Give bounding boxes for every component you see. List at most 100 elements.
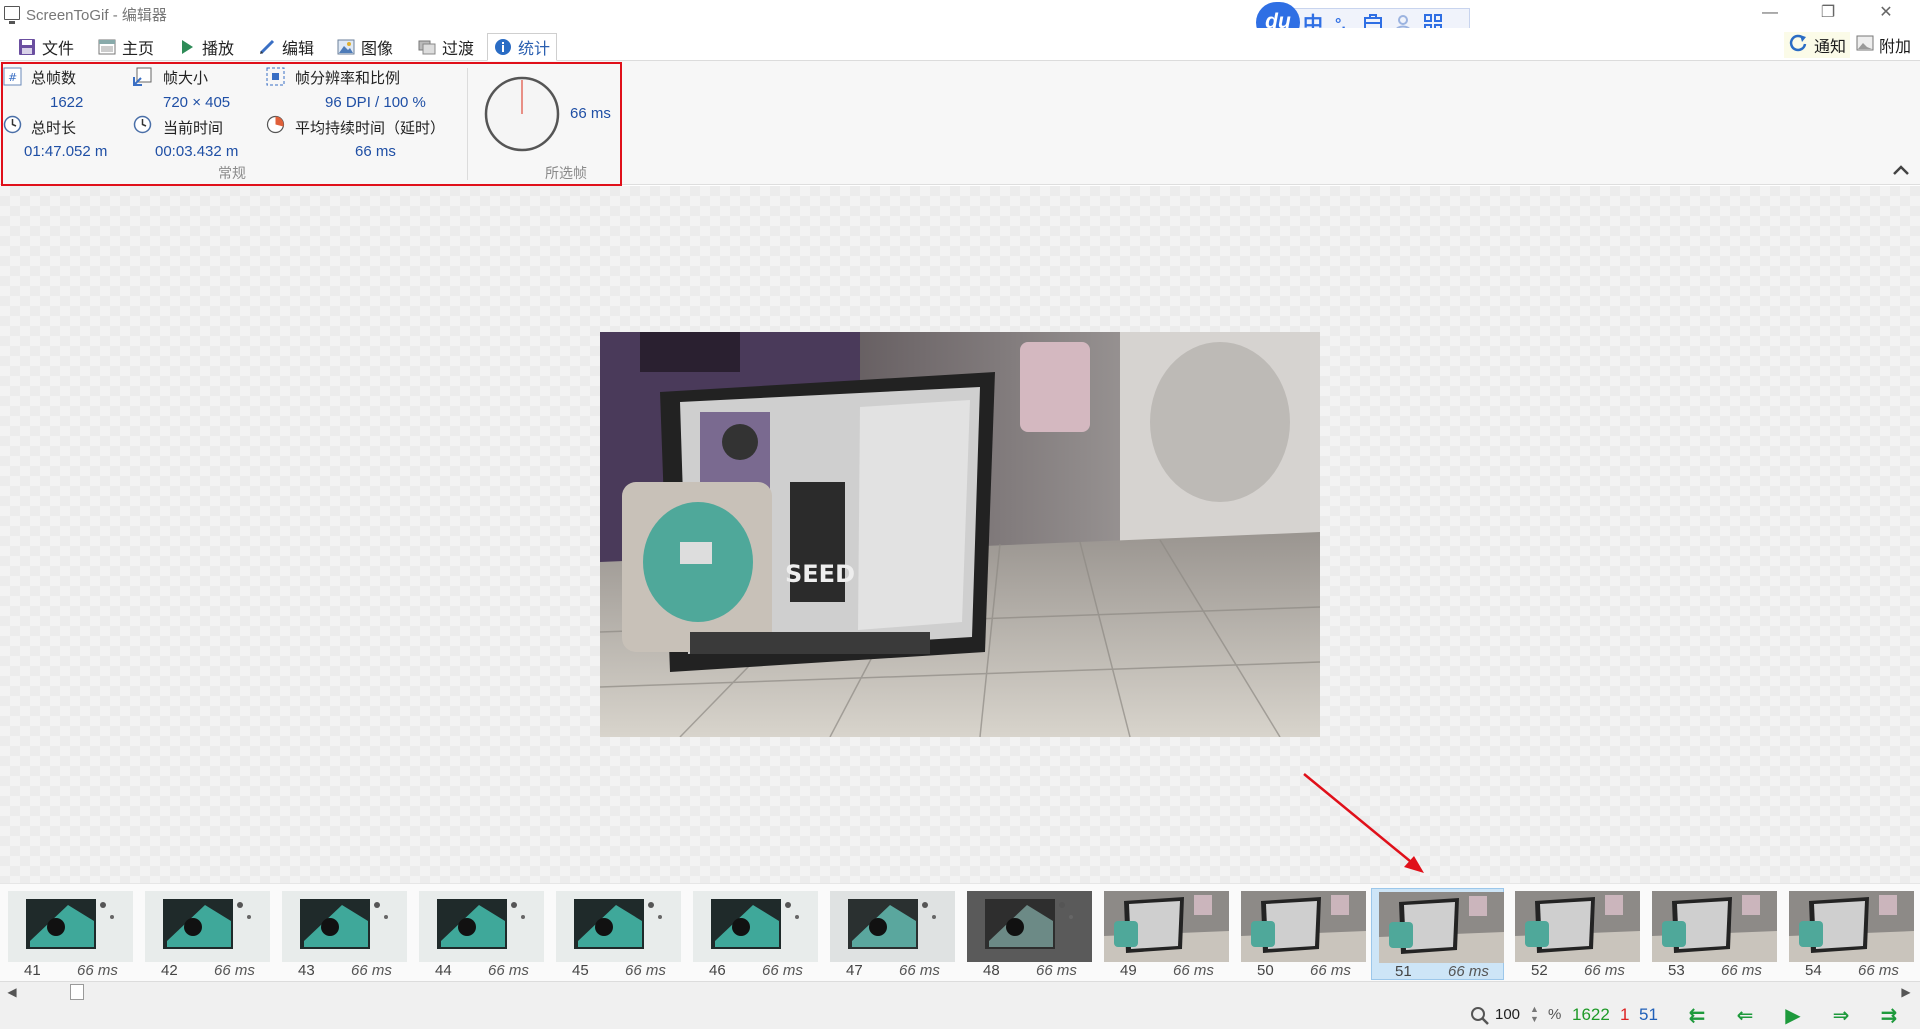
red-arrow-annotation bbox=[1303, 773, 1424, 873]
tab-home-label: 主页 bbox=[122, 41, 155, 58]
frame-duration: 66 ms bbox=[1448, 963, 1489, 980]
frame-thumbnail[interactable]: 51 66 ms bbox=[1371, 888, 1504, 980]
frame-thumbnail[interactable]: 43 66 ms bbox=[275, 888, 408, 980]
attach-label: 附加 bbox=[1879, 39, 1912, 56]
frame-thumbnail-image bbox=[1379, 892, 1504, 963]
app-monitor-icon bbox=[4, 6, 20, 24]
frame-thumbnail[interactable]: 50 66 ms bbox=[1234, 888, 1367, 980]
last-frame-icon[interactable]: ⇉ bbox=[1874, 1005, 1904, 1027]
play-frame-icon[interactable]: ▶ bbox=[1778, 1005, 1808, 1027]
pencil-icon bbox=[258, 38, 276, 56]
filmstrip-scrollbar[interactable]: ◀ ▶ bbox=[0, 981, 1920, 1001]
home-icon bbox=[98, 38, 116, 56]
frame-number: 50 bbox=[1257, 962, 1274, 979]
zoom-spinner[interactable]: ▲ ▼ bbox=[1530, 1004, 1539, 1024]
frame-number: 46 bbox=[709, 962, 726, 979]
frame-thumbnail[interactable]: 41 66 ms bbox=[1, 888, 134, 980]
frame-number: 48 bbox=[983, 962, 1000, 979]
zoom-percent-label: % bbox=[1548, 1006, 1562, 1023]
frame-thumbnail-image bbox=[1515, 891, 1640, 962]
frame-thumbnail-image bbox=[8, 891, 133, 962]
zoom-input[interactable]: 100 bbox=[1495, 1006, 1520, 1023]
next-frame-icon[interactable]: ⇒ bbox=[1826, 1005, 1856, 1027]
maximize-button[interactable]: ❐ bbox=[1804, 0, 1852, 28]
frame-duration: 66 ms bbox=[1584, 962, 1625, 979]
tab-transition-label: 过渡 bbox=[442, 41, 475, 58]
frame-number: 51 bbox=[1395, 963, 1412, 980]
frame-filmstrip[interactable]: 41 66 ms 42 66 ms 43 66 ms 44 66 ms 45 66 ms 46 66 … bbox=[0, 883, 1920, 981]
frame-thumbnail[interactable]: 44 66 ms bbox=[412, 888, 545, 980]
frame-number: 53 bbox=[1668, 962, 1685, 979]
frame-number: 41 bbox=[24, 962, 41, 979]
frame-thumbnail-image bbox=[1241, 891, 1366, 962]
frame-number: 54 bbox=[1805, 962, 1822, 979]
frame-thumbnail-image bbox=[967, 891, 1092, 962]
frame-number: 49 bbox=[1120, 962, 1137, 979]
frame-thumbnail[interactable]: 53 66 ms bbox=[1645, 888, 1778, 980]
refresh-icon bbox=[1788, 33, 1808, 58]
tab-file[interactable]: 文件 bbox=[12, 33, 80, 61]
frame-number: 45 bbox=[572, 962, 589, 979]
frame-duration: 66 ms bbox=[899, 962, 940, 979]
frame-duration: 66 ms bbox=[1858, 962, 1899, 979]
frame-duration: 66 ms bbox=[214, 962, 255, 979]
attach-button[interactable]: 附加 bbox=[1856, 32, 1911, 58]
frame-number: 42 bbox=[161, 962, 178, 979]
status-bar: 100 ▲ ▼ % 1622 1 51 ⇇ ⇐ ▶ ⇒ ⇉ bbox=[0, 1001, 1920, 1029]
first-frame-icon[interactable]: ⇇ bbox=[1682, 1005, 1712, 1027]
tab-play[interactable]: 播放 bbox=[172, 33, 240, 61]
info-icon bbox=[494, 38, 512, 56]
frame-thumbnail[interactable]: 46 66 ms bbox=[686, 888, 819, 980]
scroll-left-arrow[interactable]: ◀ bbox=[4, 984, 20, 1000]
frame-thumbnail[interactable]: 45 66 ms bbox=[549, 888, 682, 980]
frame-thumbnail[interactable]: 47 66 ms bbox=[823, 888, 956, 980]
window-title: ScreenToGif - 编辑器 bbox=[26, 7, 167, 24]
tab-edit-label: 编辑 bbox=[282, 41, 315, 58]
svg-text:SEED: SEED bbox=[785, 560, 855, 588]
frame-thumbnail-image bbox=[1104, 891, 1229, 962]
tab-image[interactable]: 图像 bbox=[331, 33, 399, 61]
save-icon bbox=[18, 38, 36, 56]
tab-transition[interactable]: 过渡 bbox=[412, 33, 480, 61]
tab-statistics-label: 统计 bbox=[518, 41, 551, 58]
zoom-magnifier-icon bbox=[1470, 1006, 1490, 1026]
transition-icon bbox=[418, 38, 436, 56]
frame-thumbnail-image bbox=[830, 891, 955, 962]
frame-thumbnail[interactable]: 42 66 ms bbox=[138, 888, 271, 980]
minimize-button[interactable]: — bbox=[1746, 0, 1794, 28]
frame-duration: 66 ms bbox=[1721, 962, 1762, 979]
frame-thumbnail-image bbox=[1789, 891, 1914, 962]
notification-button[interactable]: 通知 bbox=[1784, 32, 1851, 58]
frame-thumbnail-image bbox=[556, 891, 681, 962]
menu-tabs: 文件 主页 播放 编辑 图像 过渡 统计 bbox=[0, 28, 1920, 61]
frame-thumbnail-image bbox=[1652, 891, 1777, 962]
current-frame-image: SEED bbox=[600, 332, 1320, 737]
frame-duration: 66 ms bbox=[1310, 962, 1351, 979]
frame-thumbnail-image bbox=[419, 891, 544, 962]
frame-thumbnail-image bbox=[145, 891, 270, 962]
frame-duration: 66 ms bbox=[762, 962, 803, 979]
previous-frame-icon[interactable]: ⇐ bbox=[1730, 1005, 1760, 1027]
selected-frame-count: 1 bbox=[1620, 1005, 1630, 1024]
scroll-thumb[interactable] bbox=[70, 984, 84, 1000]
frame-number: 44 bbox=[435, 962, 452, 979]
frame-number: 52 bbox=[1531, 962, 1548, 979]
frame-thumbnail[interactable]: 48 66 ms bbox=[960, 888, 1093, 980]
tab-home[interactable]: 主页 bbox=[92, 33, 160, 61]
frame-thumbnail[interactable]: 54 66 ms bbox=[1782, 888, 1915, 980]
frame-thumbnail[interactable]: 52 66 ms bbox=[1508, 888, 1641, 980]
scroll-right-arrow[interactable]: ▶ bbox=[1898, 984, 1914, 1000]
collapse-ribbon-icon[interactable] bbox=[1890, 160, 1912, 180]
attach-image-icon bbox=[1856, 34, 1874, 57]
frame-number: 47 bbox=[846, 962, 863, 979]
tab-edit[interactable]: 编辑 bbox=[252, 33, 320, 61]
frame-thumbnail[interactable]: 49 66 ms bbox=[1097, 888, 1230, 980]
play-icon bbox=[178, 38, 196, 56]
frame-number: 43 bbox=[298, 962, 315, 979]
frame-thumbnail-image bbox=[693, 891, 818, 962]
current-frame-index: 51 bbox=[1639, 1005, 1658, 1024]
notification-label: 通知 bbox=[1814, 39, 1847, 56]
frame-duration: 66 ms bbox=[1173, 962, 1214, 979]
close-button[interactable]: ✕ bbox=[1862, 0, 1910, 28]
tab-statistics[interactable]: 统计 bbox=[487, 33, 558, 61]
